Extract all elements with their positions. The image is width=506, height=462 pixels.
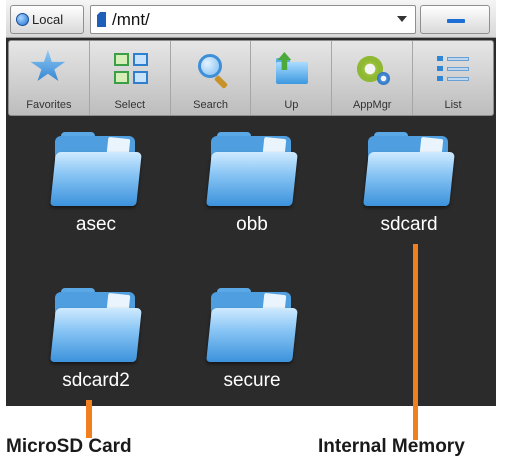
folder-name: sdcard (380, 214, 438, 235)
folder-up-icon (272, 50, 310, 88)
toolbar-label: Up (284, 99, 299, 111)
path-dropdown[interactable]: /mnt/ (90, 5, 416, 34)
toolbar-label: Select (114, 99, 146, 111)
toolbar-label: Favorites (26, 99, 72, 111)
microsd-card-caption: MicroSD Card (6, 436, 132, 457)
favorites-button[interactable]: Favorites (9, 41, 90, 115)
folder-icon (50, 288, 142, 362)
star-icon (30, 50, 68, 88)
magnifier-icon (192, 50, 230, 90)
search-button[interactable]: Search (171, 41, 252, 115)
folder-asec[interactable]: asec (36, 132, 156, 236)
folder-name: sdcard2 (62, 370, 130, 391)
internal-memory-marker (413, 244, 418, 440)
appmgr-button[interactable]: AppMgr (332, 41, 414, 115)
folder-icon (363, 132, 455, 206)
current-path: /mnt/ (112, 9, 150, 29)
list-view-icon (434, 50, 472, 88)
up-button[interactable]: Up (251, 41, 333, 115)
folder-obb[interactable]: obb (192, 132, 312, 236)
microsd-card-marker (86, 400, 92, 438)
toolbar-label: List (444, 99, 462, 111)
folder-sdcard2[interactable]: sdcard2 (36, 288, 156, 392)
folder-icon (206, 288, 298, 362)
folder-name: obb (236, 214, 268, 235)
select-grid-icon (111, 50, 149, 88)
folder-icon (206, 132, 298, 206)
minimize-button[interactable] (420, 5, 490, 34)
minus-icon (447, 19, 465, 23)
toolbar-label: AppMgr (352, 99, 392, 111)
folder-name: asec (75, 214, 117, 235)
globe-icon (16, 13, 29, 26)
toolbar: Favorites Select Search Up AppMgr List (8, 40, 494, 116)
file-manager-screen: Local /mnt/ Favorites Select Search Up A… (6, 0, 496, 406)
local-storage-button[interactable]: Local (10, 5, 84, 34)
toolbar-label: Search (193, 99, 228, 111)
chevron-down-icon (397, 16, 407, 22)
folder-icon (50, 132, 142, 206)
local-label: Local (32, 12, 64, 27)
select-button[interactable]: Select (90, 41, 171, 115)
gear-icon (353, 50, 391, 88)
sd-card-icon (97, 12, 106, 27)
internal-memory-caption: Internal Memory (318, 436, 465, 457)
folder-name: secure (223, 370, 281, 391)
list-view-button[interactable]: List (413, 41, 493, 115)
folder-secure[interactable]: secure (192, 288, 312, 392)
path-bar: Local /mnt/ (6, 0, 496, 38)
folder-sdcard[interactable]: sdcard (349, 132, 469, 236)
